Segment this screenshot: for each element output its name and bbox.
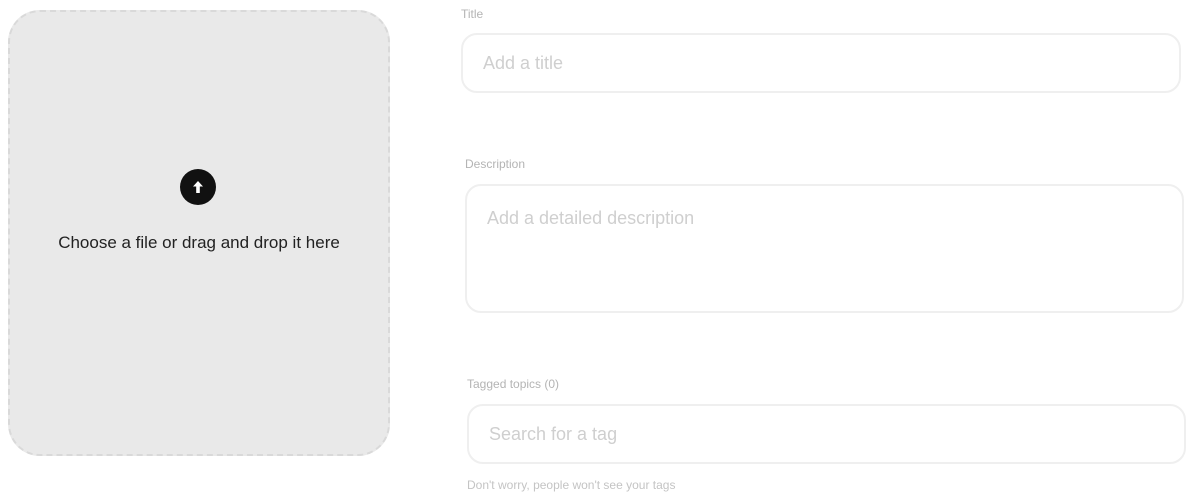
tagged-topics-label: Tagged topics (0) (467, 377, 560, 391)
tags-helper-text: Don't worry, people won't see your tags (467, 478, 676, 492)
pin-create-form: Choose a file or drag and drop it here T… (0, 0, 1188, 493)
title-label: Title (461, 7, 484, 21)
dropzone-instructions: Choose a file or drag and drop it here (58, 233, 340, 252)
tag-search-input[interactable] (467, 404, 1186, 464)
title-input[interactable] (461, 33, 1181, 93)
description-textarea[interactable] (465, 184, 1184, 313)
arrow-up-icon[interactable] (180, 169, 216, 205)
description-label: Description (465, 157, 526, 171)
file-dropzone[interactable]: Choose a file or drag and drop it here (8, 10, 390, 456)
